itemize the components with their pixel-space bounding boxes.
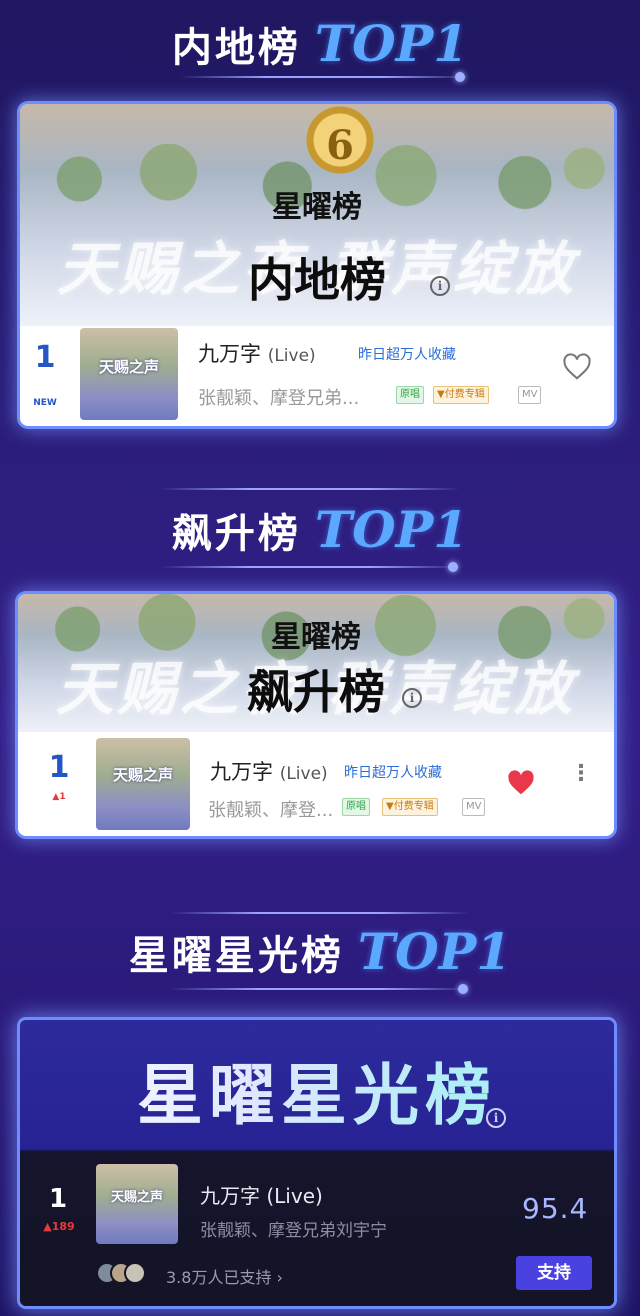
collect-note: 昨日超万人收藏 xyxy=(358,347,456,363)
list-item[interactable]: 1 ▲1 天赐之声 九万字 (Live) 昨日超万人收藏 张靓颖、摩登... 原… xyxy=(18,732,614,836)
section-3-title: 星曜星光榜 xyxy=(128,933,344,979)
banner-chart-title: 星曜星光榜 xyxy=(20,1042,614,1138)
rank-change: ▲189 xyxy=(43,1220,75,1233)
tag-original: 原唱 xyxy=(396,386,424,404)
song-title[interactable]: 九万字 (Live) xyxy=(210,756,328,786)
chart-card-mainland[interactable]: 6 星曜榜 天赐之夜 群声绽放 内地榜 i 1 NEW 天赐之声 九万字 (Li… xyxy=(20,104,614,426)
banner-chart-title: 内地榜 xyxy=(248,253,386,307)
section-3-heading: 星曜星光榜 TOP1 xyxy=(0,922,640,981)
more-options-icon[interactable]: ⋮ xyxy=(570,763,592,785)
artist-name[interactable]: 张靓颖、摩登... xyxy=(208,796,333,822)
section-1-title: 内地榜 xyxy=(171,25,301,71)
info-icon[interactable]: i xyxy=(430,276,450,296)
chart-card-rising[interactable]: 星曜榜 天赐之夜 群声绽放 飙升榜 i 1 ▲1 天赐之声 九万字 (Live)… xyxy=(18,594,614,836)
album-cover[interactable]: 天赐之声 xyxy=(96,1164,178,1244)
section-2-top-label: TOP1 xyxy=(314,500,469,559)
rank-change: ▲1 xyxy=(52,792,66,802)
info-icon[interactable]: i xyxy=(402,688,422,708)
tag-original: 原唱 xyxy=(342,798,370,816)
medal-icon: 6 xyxy=(302,104,378,184)
tag-paid-album: ▼付费专辑 xyxy=(433,386,489,404)
section-3-top-label: TOP1 xyxy=(357,922,512,981)
tag-mv[interactable]: MV xyxy=(462,798,486,816)
tag-paid-album: ▼付费专辑 xyxy=(382,798,438,816)
artist-name[interactable]: 张靓颖、摩登兄弟刘宇宁 xyxy=(200,1216,387,1241)
section-2-divider xyxy=(160,566,460,568)
heart-filled-icon[interactable] xyxy=(506,768,536,798)
section-3-divider xyxy=(170,988,470,990)
song-title[interactable]: 九万字 (Live) xyxy=(200,1180,323,1209)
avatar xyxy=(124,1262,146,1284)
list-item[interactable]: 1 NEW 天赐之声 九万字 (Live) 昨日超万人收藏 张靓颖、摩登兄弟..… xyxy=(20,326,614,426)
rank-number: 1 xyxy=(48,750,70,785)
rank-number: 1 xyxy=(48,1184,68,1214)
score-value: 95.4 xyxy=(522,1192,589,1225)
section-1-divider-dot xyxy=(455,72,465,82)
section-2-heading: 飙升榜 TOP1 xyxy=(0,500,640,559)
chart-banner-mainland: 6 星曜榜 天赐之夜 群声绽放 内地榜 i xyxy=(20,104,614,326)
section-1-top-label: TOP1 xyxy=(314,14,469,73)
list-item[interactable]: 1 ▲189 天赐之声 九万字 (Live) 张靓颖、摩登兄弟刘宇宁 95.4 … xyxy=(20,1152,614,1306)
song-title[interactable]: 九万字 (Live) xyxy=(198,338,316,368)
artist-name[interactable]: 张靓颖、摩登兄弟... xyxy=(198,384,359,410)
banner-small-title: 星曜榜 xyxy=(272,190,362,225)
support-button[interactable]: 支持 xyxy=(516,1256,592,1290)
support-count-link[interactable]: 3.8万人已支持 › xyxy=(166,1264,283,1288)
tag-mv[interactable]: MV xyxy=(518,386,542,404)
section-1-divider xyxy=(180,76,470,78)
banner-chart-title: 飙升榜 xyxy=(247,665,385,719)
album-cover[interactable]: 天赐之声 xyxy=(96,738,190,830)
heart-outline-icon[interactable] xyxy=(562,352,592,382)
section-1-heading: 内地榜 TOP1 xyxy=(0,14,640,73)
collect-note: 昨日超万人收藏 xyxy=(344,765,442,781)
supporter-avatars xyxy=(96,1262,146,1284)
section-2-divider-top xyxy=(160,488,460,490)
rank-change: NEW xyxy=(33,398,57,408)
section-2-title: 飙升榜 xyxy=(171,511,301,557)
album-cover[interactable]: 天赐之声 xyxy=(80,328,178,420)
section-2-divider-dot xyxy=(448,562,458,572)
section-3-divider-dot xyxy=(458,984,468,994)
rank-number: 1 xyxy=(34,340,56,375)
chart-banner-rising: 星曜榜 天赐之夜 群声绽放 飙升榜 i xyxy=(18,594,614,732)
info-icon[interactable]: i xyxy=(486,1108,506,1128)
section-3-divider-top xyxy=(170,912,470,914)
chart-card-starlight[interactable]: 星曜星光榜 i 1 ▲189 天赐之声 九万字 (Live) 张靓颖、摩登兄弟刘… xyxy=(20,1020,614,1306)
